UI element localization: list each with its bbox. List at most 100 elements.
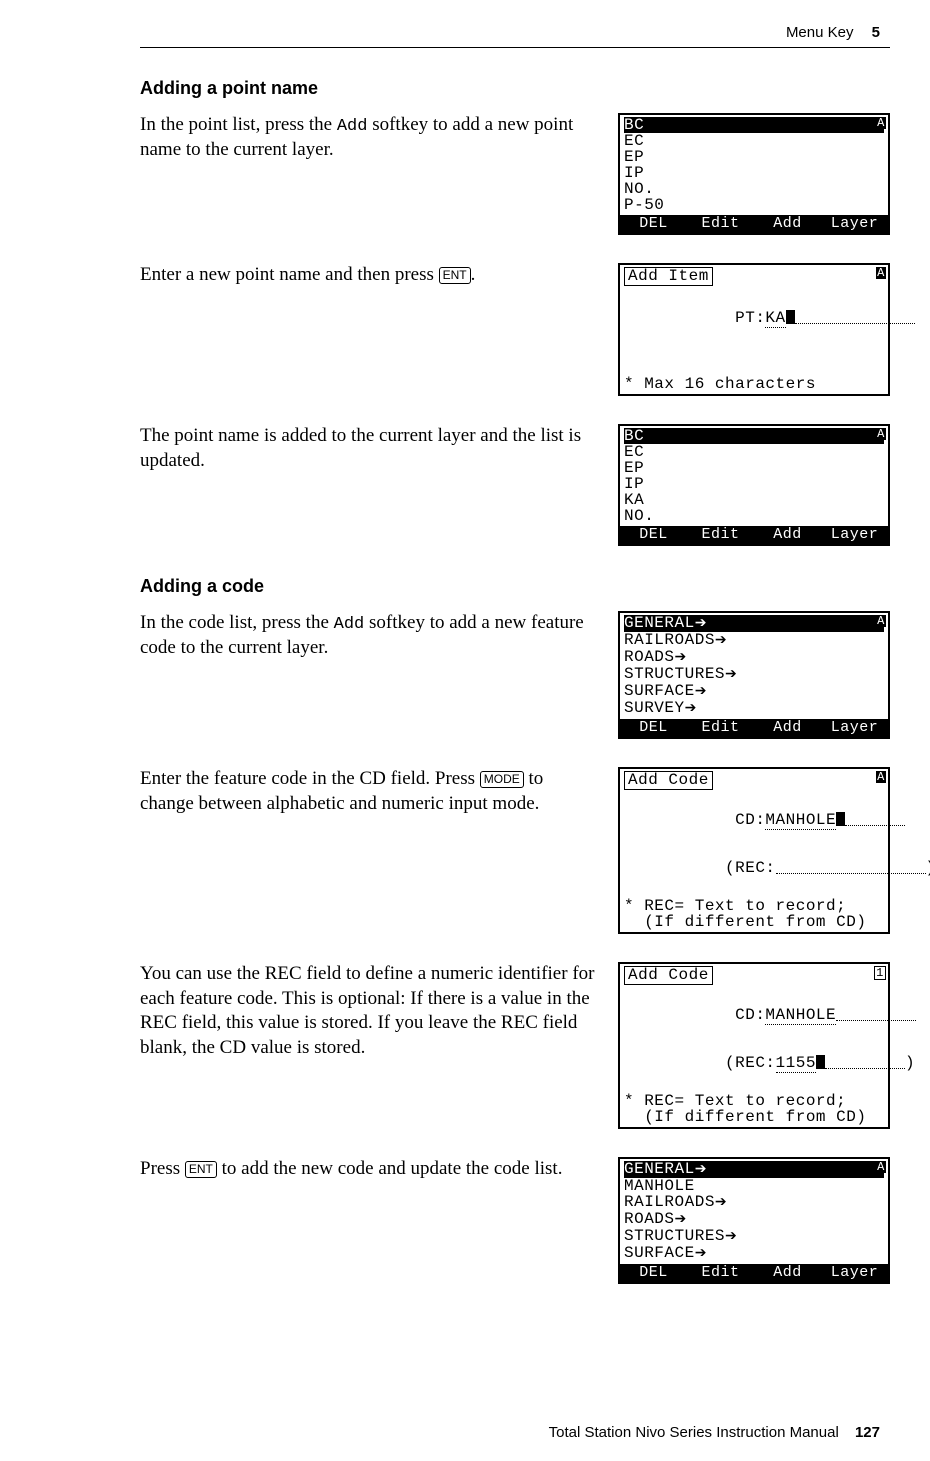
list-item: GENERAL xyxy=(624,615,884,632)
input-row-rec: (REC:1155) xyxy=(624,1039,884,1087)
rec-value[interactable]: 1155 xyxy=(776,1054,816,1073)
softkey-del[interactable]: DEL xyxy=(620,1264,687,1282)
text: Enter the feature code in the CD field. … xyxy=(140,768,480,789)
input-row-cd: CD:MANHOLE xyxy=(624,991,884,1039)
list-item: NO. xyxy=(624,181,884,197)
hint-text: (If different from CD) xyxy=(624,1109,884,1125)
section-heading-point: Adding a point name xyxy=(140,78,890,99)
list-item: P-50 xyxy=(624,197,884,213)
input-line xyxy=(825,1068,905,1069)
softkey-edit[interactable]: Edit xyxy=(687,215,754,233)
label: STRUCTURES xyxy=(624,665,725,683)
arrow-icon xyxy=(675,1210,687,1228)
arrow-icon xyxy=(695,1160,707,1178)
softkey-del[interactable]: DEL xyxy=(620,719,687,737)
input-line xyxy=(845,825,905,826)
arrow-icon xyxy=(715,631,727,649)
lcd-screen-2: A Add Item PT:KA * Max 16 characters xyxy=(618,263,890,396)
cd-label: CD: xyxy=(725,811,765,829)
dialog-title: Add Code xyxy=(624,966,713,985)
mode-flag: A xyxy=(876,117,886,129)
softkey-bar: DEL Edit Add Layer xyxy=(620,719,888,737)
text: Press xyxy=(140,1158,185,1179)
hint-text: * REC= Text to record; xyxy=(624,898,884,914)
input-line xyxy=(836,1020,916,1021)
input-line xyxy=(795,323,915,324)
label: RAILROADS xyxy=(624,631,715,649)
dialog-title: Add Item xyxy=(624,267,713,286)
page-footer: Total Station Nivo Series Instruction Ma… xyxy=(140,1424,890,1441)
cd-value[interactable]: MANHOLE xyxy=(765,811,836,830)
softkey-del[interactable]: DEL xyxy=(620,215,687,233)
pt-value[interactable]: KA xyxy=(765,309,785,328)
text: to add the new code and update the code … xyxy=(217,1158,563,1179)
arrow-icon xyxy=(695,1244,707,1262)
softkey-edit[interactable]: Edit xyxy=(687,719,754,737)
softkey-edit[interactable]: Edit xyxy=(687,526,754,544)
hint-text: (If different from CD) xyxy=(624,914,884,930)
input-row-cd: CD:MANHOLE xyxy=(624,796,884,844)
mode-flag: A xyxy=(876,1161,886,1173)
text: In the point list, press the xyxy=(140,114,337,135)
softkey-layer[interactable]: Layer xyxy=(821,1264,888,1282)
page-header: Menu Key 5 xyxy=(140,20,890,41)
softkey-add-label: Add xyxy=(337,117,368,136)
rec-label: (REC: xyxy=(725,859,776,877)
list-item: EC xyxy=(624,133,884,149)
softkey-del[interactable]: DEL xyxy=(620,526,687,544)
softkey-edit[interactable]: Edit xyxy=(687,1264,754,1282)
softkey-add[interactable]: Add xyxy=(754,215,821,233)
mode-flag: A xyxy=(876,615,886,627)
key-ent: ENT xyxy=(185,1161,217,1178)
list-item: ROADS xyxy=(624,1211,884,1228)
softkey-layer[interactable]: Layer xyxy=(821,526,888,544)
footer-title: Total Station Nivo Series Instruction Ma… xyxy=(549,1424,839,1441)
softkey-add[interactable]: Add xyxy=(754,526,821,544)
cursor-icon xyxy=(816,1055,825,1069)
list-item: SURFACE xyxy=(624,1245,884,1262)
label: STRUCTURES xyxy=(624,1227,725,1245)
sec2-step4-text: Press ENT to add the new code and update… xyxy=(140,1157,600,1182)
label: GENERAL xyxy=(624,614,695,632)
softkey-layer[interactable]: Layer xyxy=(821,719,888,737)
arrow-icon xyxy=(695,682,707,700)
header-title: Menu Key xyxy=(786,24,854,41)
label: GENERAL xyxy=(624,1160,695,1178)
softkey-add[interactable]: Add xyxy=(754,719,821,737)
hint-text: * Max 16 characters xyxy=(624,376,884,392)
list-item: KA xyxy=(624,492,884,508)
lcd-screen-5: A Add Code CD:MANHOLE (REC:) * REC= Text… xyxy=(618,767,890,934)
lcd-screen-4: A GENERAL RAILROADS ROADS STRUCTURES SUR… xyxy=(618,611,890,739)
arrow-icon xyxy=(695,614,707,632)
arrow-icon xyxy=(725,1227,737,1245)
list-item: GENERAL xyxy=(624,1161,884,1178)
list-item: STRUCTURES xyxy=(624,1228,884,1245)
sec2-step3-text: You can use the REC field to define a nu… xyxy=(140,962,600,1061)
softkey-add[interactable]: Add xyxy=(754,1264,821,1282)
list-item: RAILROADS xyxy=(624,1194,884,1211)
sec2-step1-text: In the code list, press the Add softkey … xyxy=(140,611,600,661)
label: SURFACE xyxy=(624,1244,695,1262)
list-item: EP xyxy=(624,460,884,476)
lcd-screen-6: 1 Add Code CD:MANHOLE (REC:1155) * REC= … xyxy=(618,962,890,1129)
list-item: SURVEY xyxy=(624,700,884,717)
dialog-title: Add Code xyxy=(624,771,713,790)
cd-value[interactable]: MANHOLE xyxy=(765,1006,836,1025)
lcd-screen-1: A BC EC EP IP NO. P-50 DEL Edit Add Laye… xyxy=(618,113,890,235)
softkey-layer[interactable]: Layer xyxy=(821,215,888,233)
label: SURVEY xyxy=(624,699,685,717)
mode-flag: A xyxy=(876,428,886,440)
header-rule xyxy=(140,47,890,48)
sec1-step1-text: In the point list, press the Add softkey… xyxy=(140,113,600,163)
cd-label: CD: xyxy=(725,1006,765,1024)
label: ROADS xyxy=(624,1210,675,1228)
list-item: STRUCTURES xyxy=(624,666,884,683)
arrow-icon xyxy=(685,699,697,717)
list-item: IP xyxy=(624,476,884,492)
label: ROADS xyxy=(624,648,675,666)
rec-value[interactable] xyxy=(776,873,926,874)
arrow-icon xyxy=(675,648,687,666)
list-item: MANHOLE xyxy=(624,1178,884,1194)
list-item: EP xyxy=(624,149,884,165)
list-item: RAILROADS xyxy=(624,632,884,649)
